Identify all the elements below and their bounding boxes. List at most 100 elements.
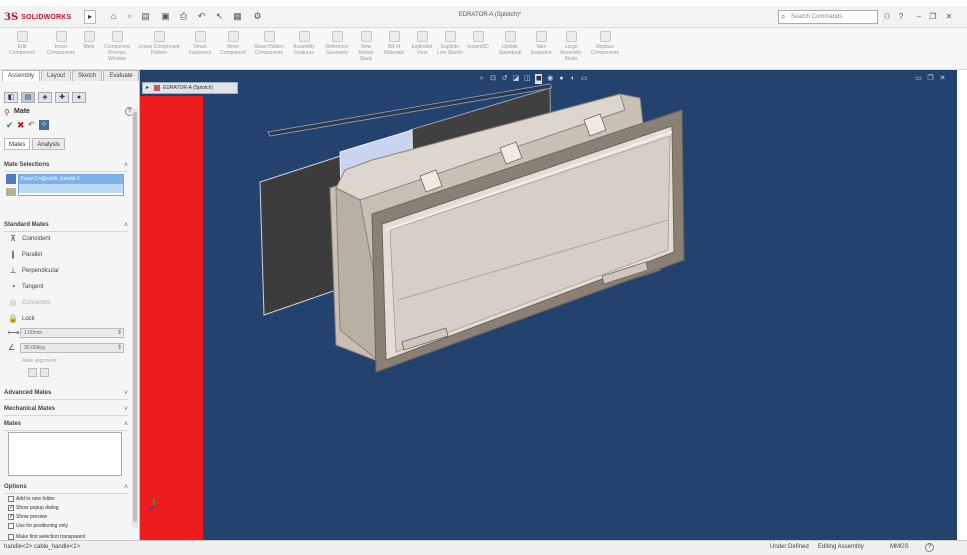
- checkbox[interactable]: [8, 523, 14, 529]
- option-show-preview[interactable]: ✓ Show preview: [8, 513, 130, 521]
- pin-icon[interactable]: ⊹: [39, 120, 49, 130]
- list-item[interactable]: Face<1>@cable_handle-1: [19, 175, 123, 184]
- configuration-manager-icon[interactable]: ◈: [38, 92, 52, 103]
- section-options[interactable]: Options ˄: [4, 484, 128, 494]
- panel-scrollbar[interactable]: [132, 108, 138, 528]
- view-settings-icon[interactable]: ▭: [581, 74, 588, 84]
- open-icon[interactable]: ▤: [140, 11, 151, 22]
- cmd-replace-components[interactable]: Replace Components: [590, 31, 620, 67]
- cmd-instant3d[interactable]: Instant3D: [466, 31, 490, 67]
- menu-flyout-arrow-icon[interactable]: ▸: [84, 10, 96, 24]
- cmd-take-snapshot[interactable]: Take Snapshot: [528, 31, 554, 67]
- section-mates[interactable]: Mates ˄: [4, 421, 128, 431]
- cmd-show-hidden[interactable]: Show Hidden Components: [254, 31, 284, 67]
- help-icon[interactable]: ?: [925, 543, 934, 552]
- cmd-update-speedpak[interactable]: Update Speedpak: [496, 31, 524, 67]
- search-commands-input[interactable]: ⌕ Search Commands: [778, 10, 878, 24]
- minimize-icon[interactable]: ▭: [914, 74, 923, 83]
- aligned-button[interactable]: [28, 368, 37, 377]
- checkbox[interactable]: [8, 496, 14, 502]
- option-add-to-new-folder[interactable]: Add to new folder: [8, 495, 130, 503]
- cmd-assembly-features[interactable]: Assembly Features: [288, 31, 320, 67]
- expand-arrow-icon[interactable]: ▸: [146, 83, 149, 93]
- close-icon[interactable]: ✕: [944, 11, 954, 22]
- section-view-icon[interactable]: ◪: [512, 74, 520, 84]
- view-orientation-icon[interactable]: ◫: [524, 74, 531, 84]
- tab-layout[interactable]: Layout: [41, 70, 72, 81]
- display-style-icon[interactable]: ◼: [535, 74, 543, 84]
- mate-perpendicular[interactable]: ⊥ Perpendicular: [8, 265, 128, 277]
- cmd-explode-line[interactable]: Explode Line Sketch: [436, 31, 464, 67]
- cmd-reference-geometry[interactable]: Reference Geometry: [322, 31, 352, 67]
- restore-icon[interactable]: ❐: [926, 74, 935, 83]
- new-document-icon[interactable]: ▫: [124, 11, 135, 22]
- appearance-icon[interactable]: ●: [558, 74, 565, 84]
- checkbox-checked[interactable]: ✓: [8, 514, 14, 520]
- anti-aligned-button[interactable]: [40, 368, 49, 377]
- undo-icon[interactable]: ↶: [28, 120, 35, 129]
- section-mechanical-mates[interactable]: Mechanical Mates ˅: [4, 406, 128, 416]
- cmd-smart-fasteners[interactable]: Smart Fasteners: [186, 31, 214, 67]
- home-icon[interactable]: ⌂: [108, 11, 119, 22]
- save-icon[interactable]: ▣: [160, 11, 171, 22]
- cmd-new-motion-study[interactable]: New Motion Study: [354, 31, 378, 67]
- restore-icon[interactable]: ❐: [928, 11, 938, 22]
- tab-evaluate[interactable]: Evaluate: [103, 70, 139, 81]
- model-view[interactable]: [140, 70, 957, 540]
- tab-sketch[interactable]: Sketch: [72, 70, 103, 81]
- list-item[interactable]: [19, 184, 123, 193]
- help-icon[interactable]: ?: [896, 11, 906, 22]
- feature-tree-flyout[interactable]: ▸ EDRATOR-A (Splotch): [142, 82, 238, 94]
- cmd-linear-pattern[interactable]: Linear Component Pattern: [136, 31, 182, 67]
- distance-field[interactable]: 1.00mm ⇕: [20, 328, 124, 338]
- section-standard-mates[interactable]: Standard Mates ˄: [4, 222, 128, 232]
- zoom-fit-icon[interactable]: ⌕: [478, 74, 485, 84]
- hide-show-icon[interactable]: ◉: [546, 74, 553, 84]
- option-show-popup-dialog[interactable]: ✓ Show popup dialog: [8, 504, 130, 512]
- tab-analysis[interactable]: Analysis: [32, 138, 65, 150]
- user-icon[interactable]: ⚇: [882, 11, 892, 22]
- cmd-mate[interactable]: Mate: [80, 31, 98, 67]
- cmd-exploded-view[interactable]: Exploded View: [410, 31, 434, 67]
- property-manager-icon[interactable]: ▤: [21, 92, 35, 103]
- mate-selection-list[interactable]: Face<1>@cable_handle-1: [18, 174, 124, 196]
- cmd-bill-of-materials[interactable]: Bill of Materials: [380, 31, 408, 67]
- spinner-icon[interactable]: ⇕: [117, 344, 122, 352]
- cancel-x-icon[interactable]: ✖: [17, 120, 25, 131]
- mate-parallel[interactable]: ∥ Parallel: [8, 249, 128, 261]
- spinner-icon[interactable]: ⇕: [117, 329, 122, 337]
- cmd-large-assembly[interactable]: Large Assembly Mode: [556, 31, 586, 67]
- display-manager-icon[interactable]: ●: [72, 92, 86, 103]
- tab-assembly[interactable]: Assembly: [2, 70, 41, 81]
- mates-list[interactable]: [8, 432, 122, 476]
- mate-coincident[interactable]: ⊼ Coincident: [8, 233, 128, 245]
- previous-view-icon[interactable]: ↺: [501, 74, 508, 84]
- cmd-component-preview[interactable]: Component Preview Window: [100, 31, 134, 67]
- cmd-edit-component[interactable]: Edit Component: [6, 31, 38, 67]
- graphics-area[interactable]: ▸ EDRATOR-A (Splotch) ⌕ ⊡ ↺ ◪ ◫ ◼ ◉ ● ◐ …: [140, 70, 957, 540]
- option-use-for-positioning-only[interactable]: Use for positioning only: [8, 522, 130, 530]
- options-icon[interactable]: ⚙: [252, 11, 263, 22]
- checkbox-checked[interactable]: ✓: [8, 505, 14, 511]
- section-advanced-mates[interactable]: Advanced Mates ˅: [4, 390, 128, 400]
- dimxpert-manager-icon[interactable]: ✚: [55, 92, 69, 103]
- angle-field[interactable]: 30.00deg ⇕: [20, 343, 124, 353]
- mate-tangent[interactable]: ◔ Tangent: [8, 281, 128, 293]
- minimize-icon[interactable]: –: [914, 11, 924, 22]
- tab-mates[interactable]: Mates: [4, 138, 31, 150]
- mate-lock[interactable]: 🔒 Lock: [8, 313, 128, 325]
- select-icon[interactable]: ↖: [214, 11, 225, 22]
- print-icon[interactable]: ⎙: [178, 11, 189, 22]
- section-mate-selections[interactable]: Mate Selections ˄: [4, 162, 128, 172]
- undo-icon[interactable]: ↶: [196, 11, 207, 22]
- scene-icon[interactable]: ◐: [569, 74, 576, 84]
- solidworks-logo[interactable]: 3S SOLIDWORKS: [4, 9, 82, 25]
- rebuild-icon[interactable]: ▦: [232, 11, 243, 22]
- cmd-insert-components[interactable]: Insert Components: [44, 31, 78, 67]
- scrollbar-thumb[interactable]: [133, 112, 137, 522]
- close-icon[interactable]: ✕: [938, 74, 947, 83]
- units-selector[interactable]: MMGS: [890, 544, 909, 550]
- ok-check-icon[interactable]: ✔: [6, 120, 14, 131]
- mate-concentric[interactable]: ◎ Concentric: [8, 297, 128, 309]
- feature-manager-icon[interactable]: ◧: [4, 92, 18, 103]
